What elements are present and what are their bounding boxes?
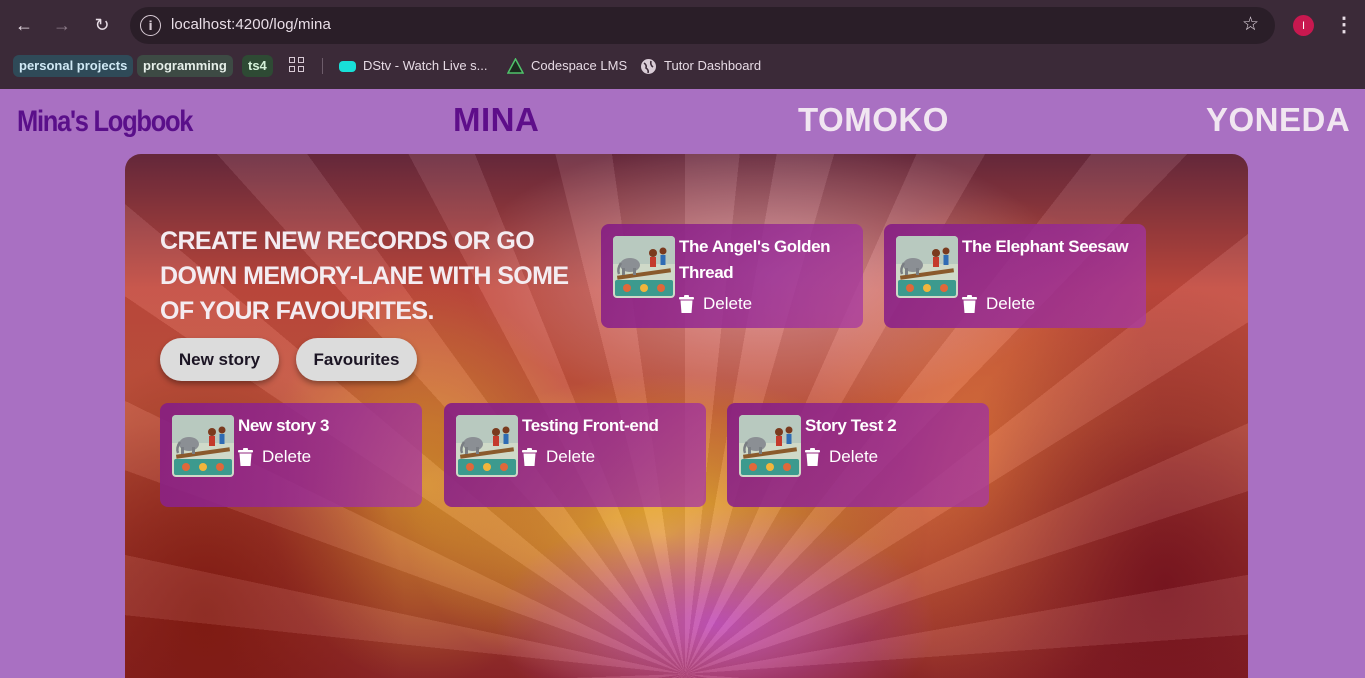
hero-panel: CREATE NEW RECORDS OR GO DOWN MEMORY-LAN… xyxy=(125,154,1248,678)
story-card[interactable]: New story 3 Delete xyxy=(160,403,422,507)
delete-button[interactable]: Delete xyxy=(805,447,878,467)
profile-avatar[interactable]: I xyxy=(1293,15,1314,36)
story-thumbnail xyxy=(739,415,801,477)
bookmark-label: Codespace LMS xyxy=(531,58,628,73)
delete-label: Delete xyxy=(829,447,879,466)
delete-label: Delete xyxy=(986,294,1036,313)
dstv-icon xyxy=(339,58,356,75)
site-logo[interactable]: Mina's Logbook xyxy=(17,105,193,139)
nav-link-yoneda[interactable]: YONEDA xyxy=(1206,101,1350,139)
bookmark-dstv[interactable]: DStv - Watch Live s... xyxy=(339,56,488,76)
new-story-button[interactable]: New story xyxy=(160,338,279,381)
bookmark-label: Tutor Dashboard xyxy=(664,58,762,73)
reload-icon[interactable]: ↻ xyxy=(87,10,117,40)
story-title[interactable]: The Angel's Golden Thread xyxy=(679,234,857,286)
trash-icon xyxy=(522,448,537,466)
codespace-icon xyxy=(506,56,525,75)
site-info-icon[interactable]: i xyxy=(140,15,161,36)
address-bar[interactable]: i localhost:4200/log/mina ☆ xyxy=(130,7,1275,44)
story-card[interactable]: Story Test 2 Delete xyxy=(727,403,989,507)
bookmarks-bar: personal projects programming ts4 DStv -… xyxy=(0,52,1365,80)
delete-label: Delete xyxy=(703,294,753,313)
trash-icon xyxy=(238,448,253,466)
delete-label: Delete xyxy=(546,447,596,466)
bookmarks-divider xyxy=(322,58,323,74)
trash-icon xyxy=(679,295,694,313)
story-title[interactable]: New story 3 xyxy=(238,413,416,439)
site-header: Mina's Logbook MINA TOMOKO YONEDA xyxy=(0,89,1365,154)
browser-toolbar: ← → ↻ i localhost:4200/log/mina ☆ I ⋮ xyxy=(0,0,1365,50)
story-thumbnail xyxy=(896,236,958,298)
nav-link-tomoko[interactable]: TOMOKO xyxy=(798,101,949,139)
delete-button[interactable]: Delete xyxy=(238,447,311,467)
hero-headline: CREATE NEW RECORDS OR GO DOWN MEMORY-LAN… xyxy=(160,227,569,325)
delete-button[interactable]: Delete xyxy=(962,294,1035,314)
back-icon[interactable]: ← xyxy=(9,10,39,40)
story-thumbnail xyxy=(172,415,234,477)
bookmark-group-personal-projects[interactable]: personal projects xyxy=(13,55,134,77)
forward-icon[interactable]: → xyxy=(47,10,77,40)
bookmark-label: DStv - Watch Live s... xyxy=(363,58,488,73)
bookmark-codespace[interactable]: Codespace LMS xyxy=(506,56,628,76)
delete-button[interactable]: Delete xyxy=(679,294,752,314)
bookmark-group-programming[interactable]: programming xyxy=(137,55,233,77)
browser-chrome: ← → ↻ i localhost:4200/log/mina ☆ I ⋮ pe… xyxy=(0,0,1365,89)
story-thumbnail xyxy=(613,236,675,298)
story-card[interactable]: The Elephant Seesaw Delete xyxy=(884,224,1146,328)
apps-grid-icon[interactable] xyxy=(289,57,306,74)
story-card[interactable]: The Angel's Golden Thread Delete xyxy=(601,224,863,328)
story-thumbnail xyxy=(456,415,518,477)
globe-icon xyxy=(640,58,657,75)
story-title[interactable]: Story Test 2 xyxy=(805,413,983,439)
nav-link-mina[interactable]: MINA xyxy=(453,101,539,139)
story-title[interactable]: The Elephant Seesaw xyxy=(962,234,1140,260)
story-card[interactable]: Testing Front-end Delete xyxy=(444,403,706,507)
trash-icon xyxy=(805,448,820,466)
delete-button[interactable]: Delete xyxy=(522,447,595,467)
bookmark-tutor-dashboard[interactable]: Tutor Dashboard xyxy=(640,56,761,76)
story-title[interactable]: Testing Front-end xyxy=(522,413,700,439)
favourites-button[interactable]: Favourites xyxy=(296,338,417,381)
address-url[interactable]: localhost:4200/log/mina xyxy=(171,16,331,33)
browser-menu-icon[interactable]: ⋮ xyxy=(1334,12,1354,38)
bookmark-star-icon[interactable]: ☆ xyxy=(1242,13,1259,36)
bookmark-group-ts4[interactable]: ts4 xyxy=(242,55,273,77)
trash-icon xyxy=(962,295,977,313)
delete-label: Delete xyxy=(262,447,312,466)
